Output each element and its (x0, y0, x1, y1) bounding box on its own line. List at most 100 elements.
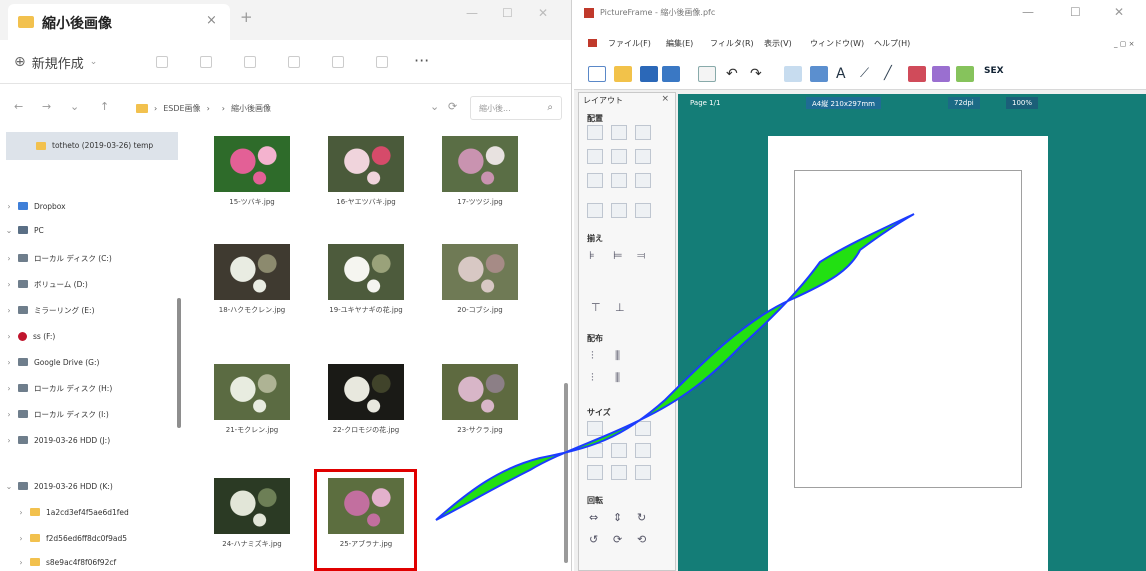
file-thumbnail[interactable]: 19-ユキヤナギの花.jpg (320, 238, 412, 348)
align-middle-right-button[interactable] (635, 149, 651, 164)
distribute-vertical-icon[interactable]: ⫼ (615, 349, 620, 363)
align-top-right-button[interactable] (635, 125, 651, 140)
align-top-icon[interactable]: ⊤ (591, 301, 601, 314)
center-horizontal-button[interactable] (635, 203, 651, 218)
refresh-icon[interactable]: ⟳ (448, 100, 457, 113)
size-height-button[interactable] (635, 421, 651, 436)
chevron-right-icon[interactable]: › (12, 508, 30, 517)
open-folder-icon[interactable] (614, 66, 632, 82)
sidebar-item[interactable]: › 1a2cd3ef4f5ae6d1fed (12, 504, 194, 520)
file-thumbnail[interactable]: 15-ツバキ.jpg (206, 130, 298, 240)
sidebar-item[interactable]: › ローカル ディスク (C:) (0, 250, 182, 266)
sidebar-item[interactable]: › ボリューム (D:) (0, 276, 182, 292)
breadcrumb[interactable]: › ESDE画像 › › 縮小後画像 (136, 96, 426, 120)
up-icon[interactable]: ↑ (100, 100, 109, 113)
page-canvas[interactable] (768, 136, 1048, 571)
save-as-icon[interactable] (662, 66, 680, 82)
close-window-icon[interactable]: ✕ (1114, 5, 1124, 19)
chevron-right-icon[interactable]: › (0, 436, 18, 445)
size-grid3-button[interactable] (635, 465, 651, 480)
minimize-icon[interactable]: — (466, 6, 478, 20)
file-thumbnail[interactable]: 16-ヤエツバキ.jpg (320, 130, 412, 240)
chevron-down-icon[interactable]: ⌄ (70, 100, 79, 113)
file-thumbnail[interactable]: 17-ツツジ.jpg (434, 130, 526, 240)
file-thumbnail[interactable]: 20-コブシ.jpg (434, 238, 526, 348)
sidebar-item[interactable]: ⌄ 2019-03-26 HDD (K:) (0, 478, 182, 494)
chevron-right-icon[interactable]: › (0, 202, 18, 211)
menu-window[interactable]: ウィンドウ(W) (810, 38, 864, 49)
forward-icon[interactable]: → (42, 100, 51, 113)
shape-tool-icon[interactable] (908, 66, 926, 82)
space-horizontal-icon[interactable]: ⫶ (591, 371, 594, 385)
sidebar-item[interactable]: › ローカル ディスク (H:) (0, 380, 182, 396)
close-panel-icon[interactable]: × (661, 94, 669, 104)
align-top-center-button[interactable] (611, 125, 627, 140)
back-icon[interactable]: ← (14, 100, 23, 113)
reset-rotation-icon[interactable]: ⟲ (637, 533, 646, 546)
special-tool-icon[interactable]: SEX (984, 66, 1004, 82)
cut-icon[interactable] (156, 56, 168, 68)
rotate-free-icon[interactable]: ⟳ (613, 533, 622, 546)
align-bottom-left-button[interactable] (587, 173, 603, 188)
center-button[interactable] (587, 203, 603, 218)
sidebar-item-selected[interactable]: totheto (2019-03-26) temp (6, 132, 178, 160)
chevron-right-icon[interactable]: › (0, 332, 18, 341)
image-icon[interactable] (784, 66, 802, 82)
file-thumbnail[interactable]: 24-ハナミズキ.jpg (206, 472, 298, 571)
sidebar-item[interactable]: ⌄ PC (0, 222, 182, 238)
chevron-right-icon[interactable]: › (0, 358, 18, 367)
redo-icon[interactable]: ↷ (750, 66, 768, 82)
size-width-button[interactable] (587, 421, 603, 436)
align-right-icon[interactable]: ⫤ (637, 249, 645, 263)
chevron-right-icon[interactable]: › (12, 558, 30, 567)
size-both-button[interactable] (587, 443, 603, 458)
more-options-button[interactable]: ··· (414, 51, 429, 70)
sidebar-scrollbar[interactable] (177, 298, 181, 428)
align-bottom-center-button[interactable] (611, 173, 627, 188)
copy-icon[interactable] (200, 56, 212, 68)
breadcrumb-item[interactable]: 縮小後画像 (231, 103, 271, 114)
center-vertical-button[interactable] (611, 203, 627, 218)
paste-icon[interactable] (244, 56, 256, 68)
minimize-icon[interactable]: — (1022, 5, 1034, 19)
zoom-tab[interactable]: 100% (1006, 97, 1039, 109)
chevron-right-icon[interactable]: › (0, 254, 18, 263)
align-center-button[interactable] (611, 149, 627, 164)
chevron-down-icon[interactable]: ⌄ (0, 482, 18, 491)
menu-help[interactable]: ヘルプ(H) (874, 38, 910, 49)
size-fit-button[interactable] (611, 443, 627, 458)
close-tab-icon[interactable]: × (206, 13, 217, 28)
chevron-right-icon[interactable]: › (0, 384, 18, 393)
size-grid2-button[interactable] (611, 465, 627, 480)
share-icon[interactable] (332, 56, 344, 68)
chevron-right-icon[interactable]: › (0, 280, 18, 289)
print-icon[interactable] (698, 66, 716, 82)
text-tool-icon[interactable]: A (836, 66, 854, 82)
undo-icon[interactable]: ↶ (726, 66, 744, 82)
delete-icon[interactable] (376, 56, 388, 68)
save-icon[interactable] (640, 66, 658, 82)
rotate-right-icon[interactable]: ↻ (637, 511, 646, 524)
sidebar-item[interactable]: › Google Drive (G:) (0, 354, 182, 370)
close-window-icon[interactable]: ✕ (538, 6, 548, 20)
size-grid-button[interactable] (587, 465, 603, 480)
content-scrollbar[interactable] (564, 383, 568, 563)
rotate-left-icon[interactable]: ↺ (589, 533, 598, 546)
page-indicator[interactable]: Page 1/1 (684, 97, 726, 109)
new-tab-button[interactable]: + (240, 8, 253, 26)
sidebar-item[interactable]: › f2d56ed6ff8dc0f9ad5 (12, 530, 194, 546)
align-hcenter-icon[interactable]: ⊨ (613, 249, 623, 262)
sidebar-item[interactable]: › Dropbox (0, 198, 182, 214)
align-bottom-right-button[interactable] (635, 173, 651, 188)
menu-file[interactable]: ファイル(F) (608, 38, 651, 49)
resolution-tab[interactable]: 72dpi (948, 97, 980, 109)
file-thumbnail[interactable]: 23-サクラ.jpg (434, 358, 526, 468)
align-left-icon[interactable]: ⊧ (589, 249, 595, 262)
chevron-right-icon[interactable]: › (0, 410, 18, 419)
canvas-area[interactable]: Page 1/1 A4縦 210x297mm 72dpi 100% (678, 94, 1146, 571)
new-button[interactable]: ⊕ 新規作成 ⌄ (14, 50, 97, 74)
flip-horizontal-icon[interactable]: ⇔ (589, 511, 598, 524)
file-thumbnail[interactable]: 21-モクレン.jpg (206, 358, 298, 468)
menu-edit[interactable]: 編集(E) (666, 38, 693, 49)
sidebar-item[interactable]: › s8e9ac4f8f06f92cf (12, 554, 194, 570)
